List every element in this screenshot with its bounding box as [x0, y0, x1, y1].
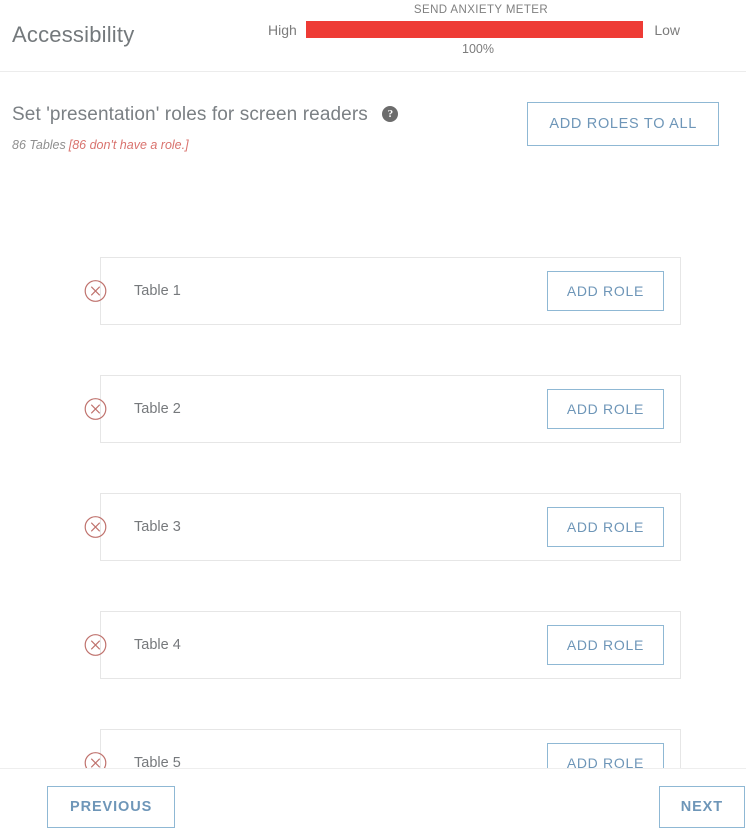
- table-row: Table 1 ADD ROLE: [84, 257, 681, 325]
- table-row-label: Table 3: [134, 519, 181, 535]
- send-anxiety-meter: SEND ANXIETY METER High Low 100%: [268, 4, 680, 56]
- meter-label-low: Low: [654, 21, 680, 38]
- table-row: Table 3 ADD ROLE: [84, 493, 681, 561]
- meter-row: High Low: [268, 21, 680, 38]
- add-role-button[interactable]: ADD ROLE: [546, 743, 664, 768]
- bottom-navigation-bar: PREVIOUS NEXT: [0, 768, 746, 839]
- next-button[interactable]: NEXT: [658, 786, 745, 828]
- table-list-area: Table 1 ADD ROLE Table 2 ADD ROLE Table 3 ADD…: [0, 192, 746, 768]
- meter-caption: SEND ANXIETY METER: [413, 4, 549, 16]
- meter-label-high: High: [268, 21, 297, 38]
- previous-button[interactable]: PREVIOUS: [47, 786, 176, 828]
- circle-x-icon[interactable]: [84, 752, 107, 768]
- table-row: Table 2 ADD ROLE: [84, 375, 681, 443]
- table-row: Table 4 ADD ROLE: [84, 611, 681, 679]
- add-role-button[interactable]: ADD ROLE: [546, 507, 664, 547]
- circle-x-icon[interactable]: [84, 398, 107, 421]
- table-row: Table 5 ADD ROLE: [84, 729, 681, 768]
- table-row-label: Table 1: [134, 283, 181, 299]
- add-role-button[interactable]: ADD ROLE: [546, 625, 664, 665]
- meter-percent-label: 100%: [462, 42, 494, 56]
- add-role-button[interactable]: ADD ROLE: [546, 389, 664, 429]
- circle-x-icon[interactable]: [84, 280, 107, 303]
- add-roles-to-all-button[interactable]: ADD ROLES TO ALL: [527, 102, 719, 146]
- table-list: Table 1 ADD ROLE Table 2 ADD ROLE Table 3 ADD…: [0, 192, 746, 768]
- subtitle-count: 86 Tables: [12, 138, 66, 152]
- top-header: Accessibility SEND ANXIETY METER High Lo…: [0, 0, 746, 72]
- add-role-button[interactable]: ADD ROLE: [546, 271, 664, 311]
- help-circle-icon[interactable]: ?: [382, 106, 399, 122]
- circle-x-icon[interactable]: [84, 516, 107, 539]
- circle-x-icon[interactable]: [84, 634, 107, 657]
- meter-fill: [305, 21, 644, 38]
- table-row-label: Table 2: [134, 401, 181, 417]
- table-row-label: Table 4: [134, 637, 181, 653]
- section-title: Set 'presentation' roles for screen read…: [12, 104, 368, 125]
- table-row-label: Table 5: [134, 755, 181, 768]
- subtitle-warning: [86 don't have a role.]: [68, 138, 189, 152]
- meter-track: [305, 21, 644, 38]
- page-title: Accessibility: [12, 22, 135, 47]
- section-header: Set 'presentation' roles for screen read…: [0, 72, 746, 192]
